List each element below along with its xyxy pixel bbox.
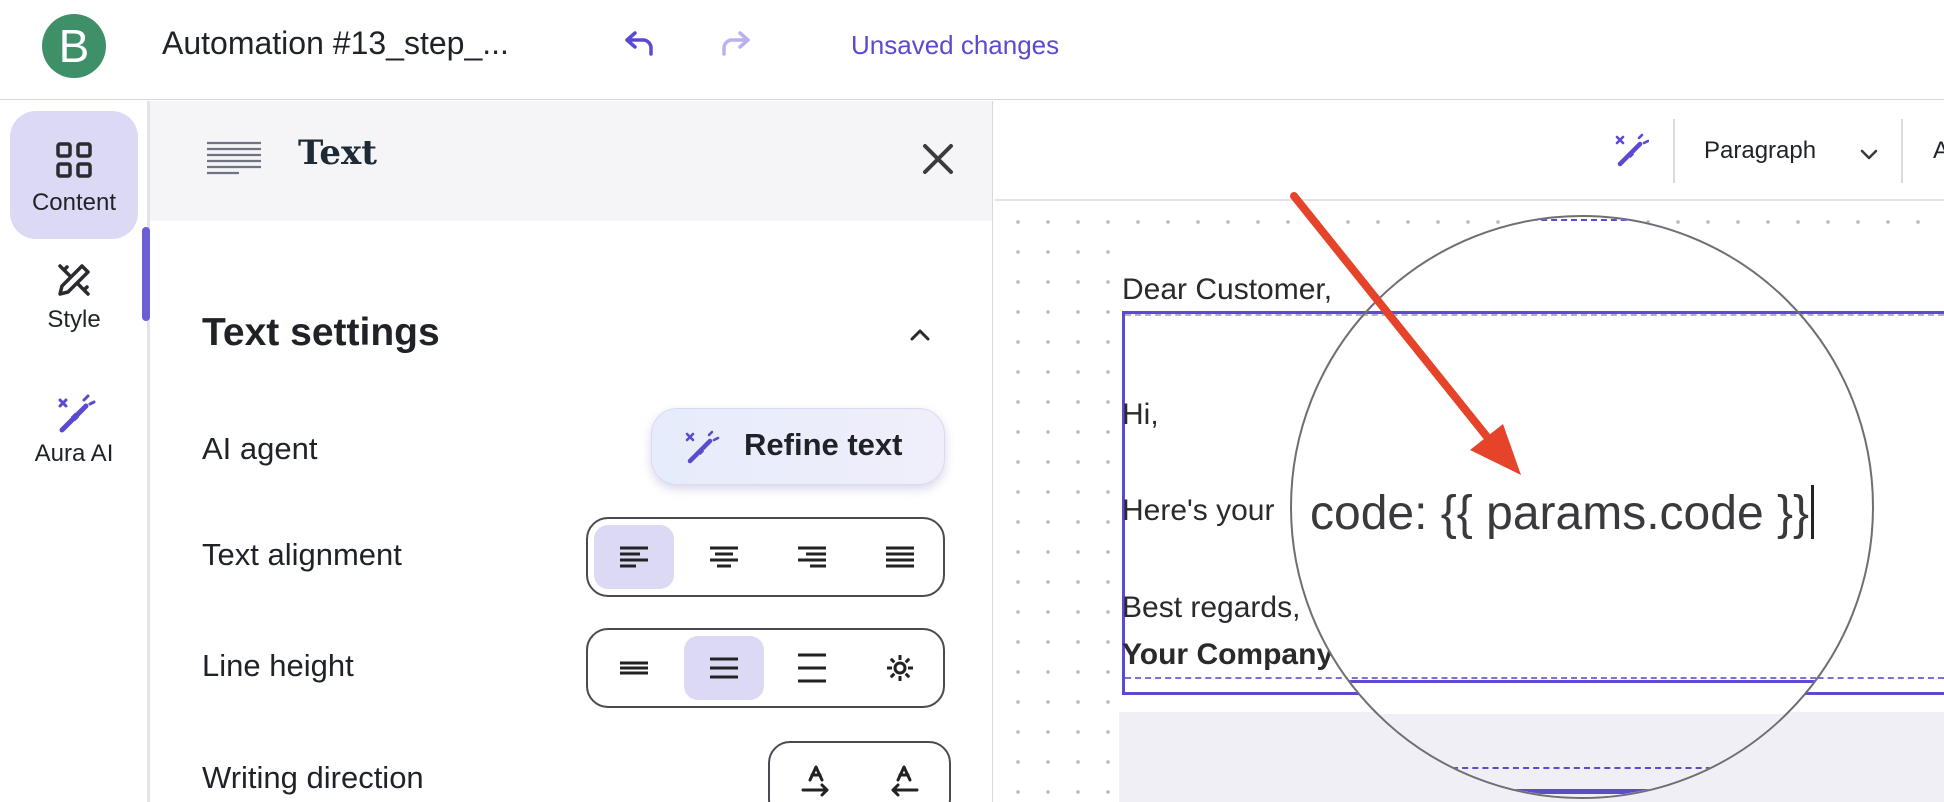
align-left-icon: [620, 546, 648, 568]
ai-agent-label: AI agent: [202, 431, 318, 466]
section-title: Text settings: [202, 311, 440, 354]
line-height-compact-option[interactable]: [594, 636, 674, 700]
text-alignment-control: [586, 517, 945, 597]
mag-bottom-dash: [1292, 677, 1872, 679]
toolbar-divider: [1901, 119, 1903, 183]
editor-toolbar: Paragraph A: [995, 101, 1944, 201]
refine-text-label: Refine text: [744, 427, 903, 462]
panel-title: Text: [298, 133, 378, 173]
unsaved-status: Unsaved changes: [851, 30, 1060, 60]
writing-direction-label: Writing direction: [202, 760, 424, 795]
direction-rtl-option[interactable]: [864, 749, 944, 802]
email-regards[interactable]: Best regards,: [1122, 591, 1300, 625]
close-icon[interactable]: [915, 136, 961, 182]
rail-item-style[interactable]: Style: [10, 248, 138, 376]
mag-footer-area: [1292, 714, 1872, 797]
toolbar-next-control[interactable]: A: [1933, 137, 1944, 165]
panel-header: Text: [150, 101, 992, 221]
line-height-control: [586, 628, 945, 708]
rail-item-label: Style: [47, 306, 101, 333]
top-bar: B Automation #13_step_... Unsaved change…: [0, 0, 1944, 100]
email-greeting[interactable]: Dear Customer,: [1122, 273, 1332, 307]
align-left-option[interactable]: [594, 525, 674, 589]
zoom-magnifier: code: {{ params.code }}: [1290, 215, 1874, 799]
text-block-icon: [207, 141, 261, 175]
align-justify-option[interactable]: [860, 525, 940, 589]
refine-text-button[interactable]: Refine text: [651, 408, 945, 485]
line-height-label: Line height: [202, 648, 354, 683]
pen-ruler-icon: [58, 264, 90, 296]
gear-icon: [887, 655, 913, 681]
chevron-up-icon[interactable]: [905, 319, 935, 349]
mag-bottom-border: [1292, 680, 1872, 683]
magic-wand-icon[interactable]: [1613, 133, 1649, 169]
redo-button[interactable]: [713, 22, 757, 66]
rail-item-label: Content: [31, 189, 117, 216]
text-settings-panel: Text Text settings AI agent Refine text …: [150, 101, 993, 802]
mag-block-dash: [1292, 314, 1872, 316]
mag-footer-line: [1452, 789, 1722, 794]
rail-item-content[interactable]: Content: [10, 111, 138, 239]
align-right-option[interactable]: [772, 525, 852, 589]
undo-icon: [625, 31, 653, 56]
chevron-down-icon[interactable]: [1858, 143, 1880, 165]
align-justify-icon: [886, 546, 914, 568]
email-code-line[interactable]: Here's your: [1122, 494, 1274, 528]
email-hi[interactable]: Hi,: [1122, 398, 1159, 432]
mag-footer-dash: [1452, 767, 1722, 769]
magic-wand-icon: [685, 430, 720, 464]
align-right-icon: [798, 546, 826, 568]
toolbar-divider: [1673, 119, 1675, 183]
magnified-code-text: code: {{ params.code }}: [1310, 485, 1815, 541]
text-direction-rtl-icon: [891, 765, 919, 797]
code-placeholder-text: code: {{ params.code }}: [1310, 487, 1810, 540]
magic-wand-icon: [58, 394, 96, 433]
mag-block-top-dash: [1292, 219, 1872, 221]
text-caret: [1811, 485, 1815, 539]
line-height-loose-option[interactable]: [772, 636, 852, 700]
line-height-custom-option[interactable]: [860, 636, 940, 700]
rail-item-aura-ai[interactable]: Aura AI: [10, 384, 138, 512]
text-direction-ltr-icon: [801, 765, 829, 797]
active-indicator: [142, 227, 150, 321]
line-height-compact-icon: [620, 661, 648, 675]
paragraph-format-select[interactable]: Paragraph: [1704, 137, 1816, 165]
side-rail: Content Style Aura AI: [0, 101, 150, 802]
redo-icon: [722, 31, 750, 56]
brand-logo[interactable]: B: [42, 14, 106, 78]
undo-button[interactable]: [618, 22, 662, 66]
rail-item-label: Aura AI: [34, 440, 114, 467]
direction-ltr-option[interactable]: [776, 749, 856, 802]
automation-title[interactable]: Automation #13_step_...: [162, 25, 509, 62]
text-alignment-label: Text alignment: [202, 537, 402, 572]
align-center-option[interactable]: [684, 525, 764, 589]
email-company[interactable]: Your Company: [1122, 638, 1333, 672]
grid-icon: [56, 142, 92, 178]
align-center-icon: [710, 546, 738, 568]
line-height-loose-icon: [798, 653, 826, 683]
line-height-normal-option[interactable]: [684, 636, 764, 700]
line-height-normal-icon: [710, 657, 738, 679]
writing-direction-control: [768, 741, 951, 802]
